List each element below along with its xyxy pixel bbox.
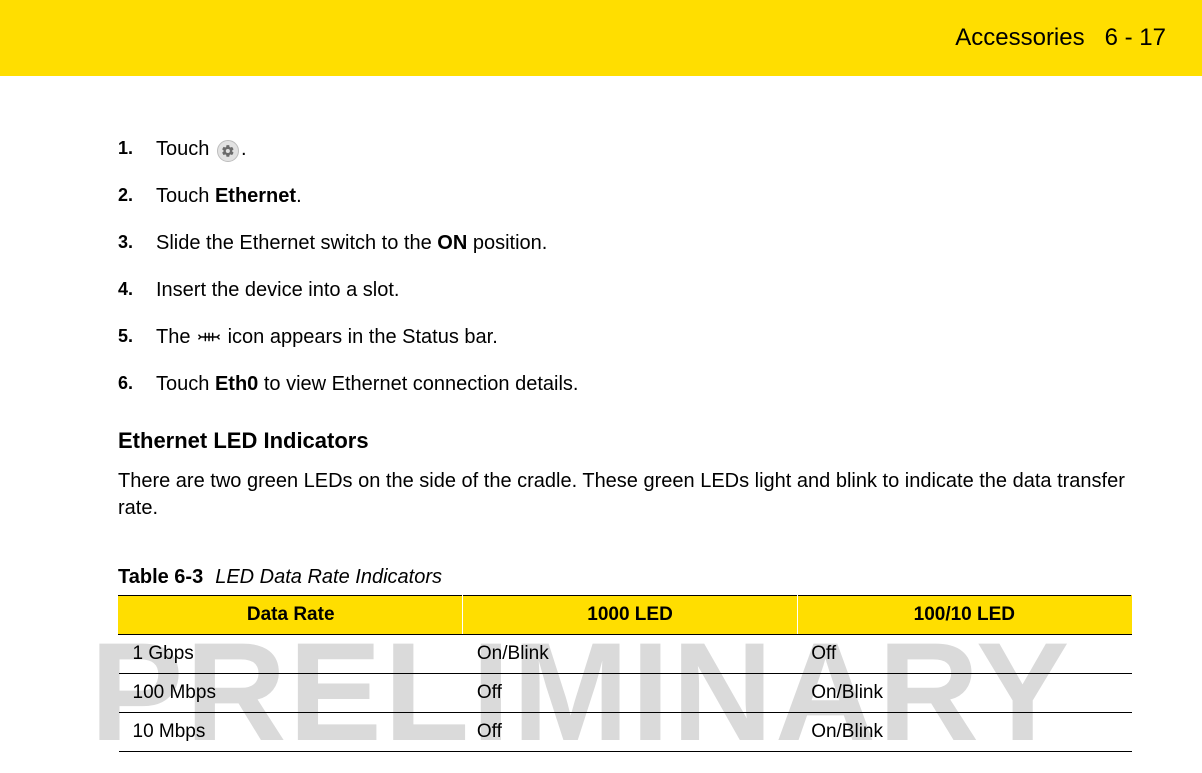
step-2-bold: Ethernet <box>215 185 296 207</box>
step-6-pre: Touch <box>156 373 215 395</box>
cell-100-10-led: On/Blink <box>797 713 1131 752</box>
table-title: LED Data Rate Indicators <box>215 566 442 588</box>
led-indicators-table: Data Rate 1000 LED 100/10 LED 1 Gbps On/… <box>118 595 1132 752</box>
step-6-post: to view Ethernet connection details. <box>258 373 578 395</box>
col-1000-led: 1000 LED <box>463 596 797 635</box>
table-row: 10 Mbps Off On/Blink <box>119 713 1132 752</box>
col-data-rate: Data Rate <box>119 596 463 635</box>
cell-data-rate: 1 Gbps <box>119 635 463 674</box>
step-6: Touch Eth0 to view Ethernet connection d… <box>118 371 1132 398</box>
step-2-pre: Touch <box>156 185 215 207</box>
cell-data-rate: 10 Mbps <box>119 713 463 752</box>
step-2: Touch Ethernet. <box>118 183 1132 210</box>
cell-1000-led: Off <box>463 674 797 713</box>
cell-100-10-led: Off <box>797 635 1131 674</box>
header-section: Accessories <box>955 24 1084 51</box>
header-page-number: 6 - 17 <box>1105 24 1166 51</box>
step-3-bold: ON <box>437 232 467 254</box>
step-3-post: position. <box>467 232 547 254</box>
header-text: Accessories 6 - 17 <box>955 24 1166 52</box>
step-5: The icon appears in the Status bar. <box>118 324 1132 351</box>
step-5-pre: The <box>156 326 196 348</box>
cell-1000-led: Off <box>463 713 797 752</box>
table-header-row: Data Rate 1000 LED 100/10 LED <box>119 596 1132 635</box>
step-4-pre: Insert the device into a slot. <box>156 279 399 301</box>
step-3: Slide the Ethernet switch to the ON posi… <box>118 230 1132 257</box>
page-content: Touch . Touch Ethernet. Slide the Ethern… <box>0 76 1202 752</box>
step-3-pre: Slide the Ethernet switch to the <box>156 232 437 254</box>
step-1-post: . <box>241 138 247 160</box>
col-100-10-led: 100/10 LED <box>797 596 1131 635</box>
table-number: Table 6-3 <box>118 566 203 588</box>
table-row: 100 Mbps Off On/Blink <box>119 674 1132 713</box>
table-row: 1 Gbps On/Blink Off <box>119 635 1132 674</box>
step-2-post: . <box>296 185 302 207</box>
cell-100-10-led: On/Blink <box>797 674 1131 713</box>
step-1-pre: Touch <box>156 138 215 160</box>
subsection-heading: Ethernet LED Indicators <box>118 428 1132 454</box>
steps-list: Touch . Touch Ethernet. Slide the Ethern… <box>118 136 1132 398</box>
cell-1000-led: On/Blink <box>463 635 797 674</box>
subsection-body: There are two green LEDs on the side of … <box>118 468 1132 522</box>
table-caption: Table 6-3 LED Data Rate Indicators <box>118 566 1132 589</box>
page-header: Accessories 6 - 17 <box>0 0 1202 76</box>
gear-icon <box>217 140 239 162</box>
step-4: Insert the device into a slot. <box>118 277 1132 304</box>
ethernet-icon <box>198 330 220 344</box>
step-1: Touch . <box>118 136 1132 163</box>
step-6-bold: Eth0 <box>215 373 258 395</box>
cell-data-rate: 100 Mbps <box>119 674 463 713</box>
step-5-post: icon appears in the Status bar. <box>222 326 498 348</box>
